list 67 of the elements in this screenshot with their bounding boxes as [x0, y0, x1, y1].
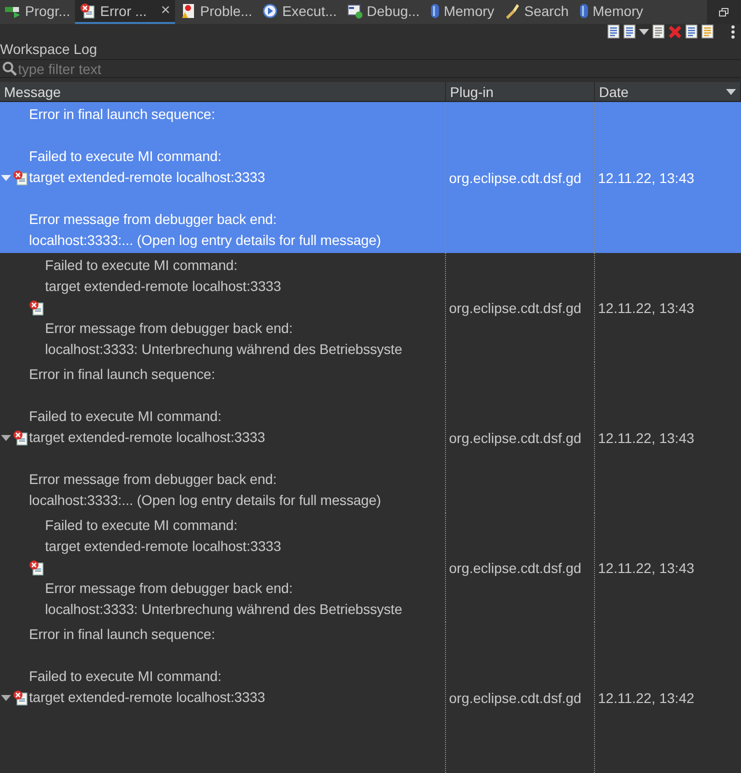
log-sheet-icon[interactable]: [607, 24, 620, 39]
tab-label: Error ...: [100, 3, 147, 19]
log-title: Workspace Log: [0, 39, 741, 60]
log-row[interactable]: Error in final launch sequence: Failed to execute MI command: target extended-remote localhost:3333 org.eclipse.cdt.dsf.gd 12.11.22, 13:42: [0, 622, 741, 773]
sort-caret-icon[interactable]: [726, 88, 736, 95]
document-icon[interactable]: [685, 24, 698, 39]
column-header[interactable]: Message: [0, 82, 446, 101]
tab-label: Debug...: [366, 3, 420, 19]
error-icon: [13, 170, 29, 186]
plugin-text: org.eclipse.cdt.dsf.gd: [449, 170, 582, 186]
tab-label: Proble...: [200, 3, 252, 19]
tab-label: Execut...: [282, 3, 337, 19]
error-icon: [13, 430, 29, 446]
expand-caret-icon[interactable]: [0, 174, 12, 182]
message-text: Failed to execute MI command: target extended-remote localhost:3333 Error message from debugger back end: localhost:3333: Unterbrechung während des Betriebssyste: [45, 256, 402, 359]
error-icon: [29, 560, 45, 576]
export-icon[interactable]: [701, 24, 714, 39]
play-icon: [262, 3, 278, 19]
plugin-text: org.eclipse.cdt.dsf.gd: [449, 430, 582, 446]
log-sheet-icon[interactable]: [623, 24, 636, 39]
tab-label: Search: [524, 3, 569, 19]
memory-icon: [430, 3, 440, 19]
tab-label: Progr...: [25, 3, 70, 19]
date-text: 12.11.22, 13:43: [598, 170, 694, 186]
tab-label: Memory: [592, 3, 644, 19]
flashlight-icon: [504, 3, 520, 19]
column-header[interactable]: Plug-in: [446, 82, 595, 101]
message-text: Failed to execute MI command: target extended-remote localhost:3333 Error message from debugger back end: localhost:3333: Unterbrechung während des Betriebssyste: [45, 516, 402, 619]
more-menu-icon[interactable]: [731, 24, 735, 38]
view-tab[interactable]: Memory: [424, 0, 500, 24]
view-tab[interactable]: Search: [499, 0, 574, 24]
view-tab[interactable]: Error ... ×: [75, 0, 176, 24]
column-header[interactable]: Date: [595, 82, 741, 101]
filter-field[interactable]: type filter text: [18, 60, 741, 77]
date-text: 12.11.22, 13:43: [598, 300, 694, 316]
view-tab[interactable]: Execut...: [257, 0, 342, 24]
progress-bar-icon: [5, 4, 21, 18]
memory-icon: [578, 3, 589, 19]
view-tab[interactable]: Proble...: [175, 0, 258, 24]
expand-caret-icon[interactable]: [0, 694, 12, 702]
plugin-text: org.eclipse.cdt.dsf.gd: [449, 300, 582, 316]
error-log-icon: [80, 3, 96, 19]
plugin-text: org.eclipse.cdt.dsf.gd: [449, 560, 582, 576]
expand-caret-icon[interactable]: [0, 434, 12, 442]
view-tab[interactable]: Progr...: [0, 0, 76, 24]
dropdown-caret-icon[interactable]: [639, 28, 649, 34]
problems-icon: [180, 3, 196, 19]
restore-icon[interactable]: [719, 8, 729, 16]
plugin-text: org.eclipse.cdt.dsf.gd: [449, 690, 582, 706]
view-tab[interactable]: Debug...: [342, 0, 425, 24]
error-icon: [13, 690, 29, 706]
log-row[interactable]: Failed to execute MI command: target extended-remote localhost:3333 Error message from debugger back end: localhost:3333: Unterbrechung während des Betriebssyste org.eclipse.cdt.dsf.gd 12.11.22, 13:43: [0, 253, 741, 362]
date-text: 12.11.22, 13:42: [598, 690, 694, 706]
clear-log-icon[interactable]: [652, 24, 665, 39]
date-text: 12.11.22, 13:43: [598, 430, 694, 446]
message-text: Error in final launch sequence: Failed to execute MI command: target extended-remote localhost:3333 Error message from debugger back end: localhost:3333:... (Open log entry details for full message): [29, 105, 381, 250]
error-icon: [29, 300, 45, 316]
log-row[interactable]: [0, 102, 741, 253]
tab-label: Memory: [444, 3, 494, 19]
date-text: 12.11.22, 13:43: [598, 560, 694, 576]
search-icon: [2, 61, 17, 76]
debug-icon: [346, 3, 363, 19]
message-text: Error in final launch sequence: Failed to execute MI command: target extended-remote localhost:3333 Error message from debugger back end: localhost:3333:... (Open log entry details for full message): [29, 365, 381, 510]
view-tab[interactable]: Memory: [574, 0, 648, 24]
close-icon[interactable]: ×: [160, 2, 170, 20]
log-row[interactable]: Failed to execute MI command: target extended-remote localhost:3333 Error message from debugger back end: localhost:3333: Unterbrechung während des Betriebssyste org.eclipse.cdt.dsf.gd 12.11.22, 13:43: [0, 513, 741, 622]
message-text: Error in final launch sequence: Failed to execute MI command: target extended-remote localhost:3333: [29, 625, 266, 707]
